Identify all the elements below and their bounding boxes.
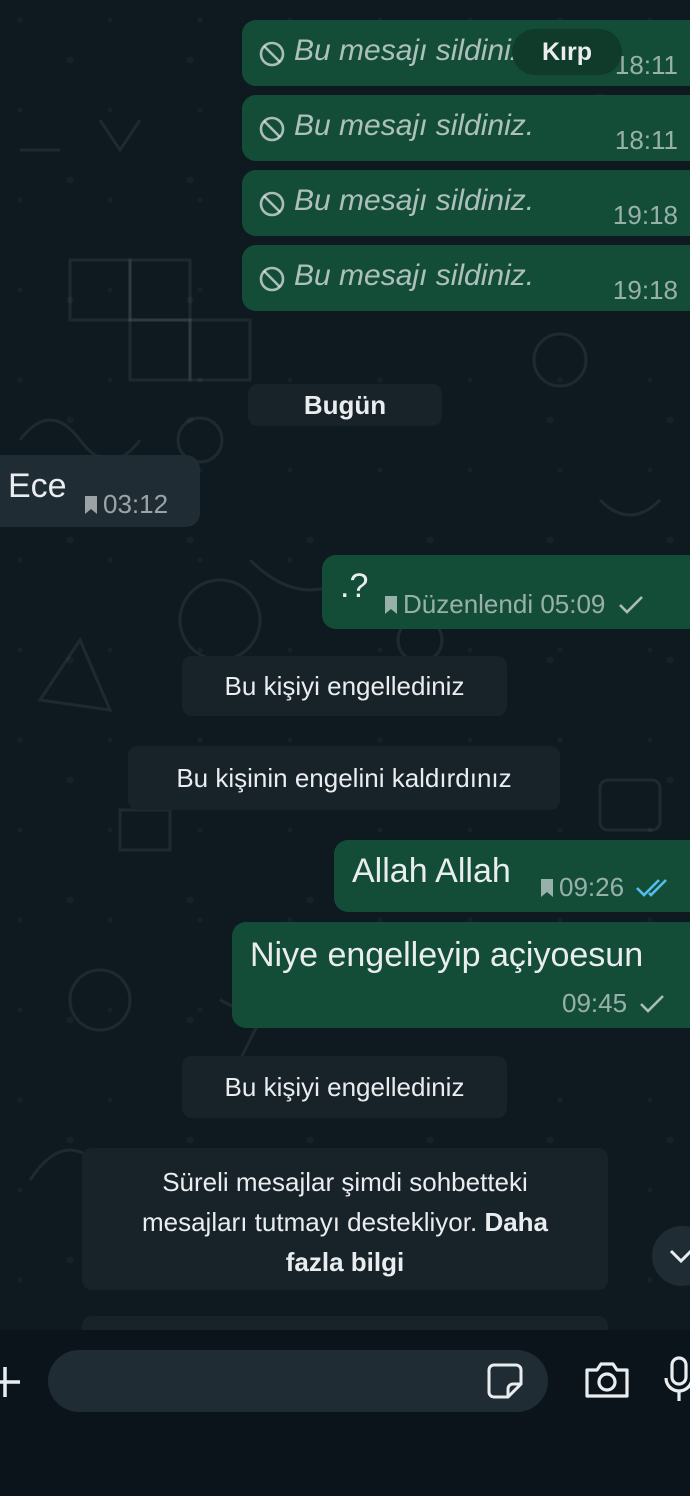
message-meta: 03:12 — [84, 489, 168, 520]
message-time: 18:11 — [614, 50, 678, 80]
bookmark-icon — [385, 596, 397, 614]
deleted-message-text: Bu mesajı sildiniz. — [294, 259, 535, 292]
outgoing-message[interactable]: Allah Allah 09:26 — [334, 840, 690, 912]
camera-icon[interactable] — [583, 1360, 631, 1400]
message-meta: Düzenlendi 05:09 — [384, 589, 645, 620]
incoming-message[interactable]: Ece 03:12 — [0, 455, 200, 527]
deleted-message[interactable]: Bu mesajı sildiniz. 18:11 — [242, 20, 690, 86]
message-text: .? — [340, 567, 369, 605]
deleted-message[interactable]: Bu mesajı sildiniz. 18:11 — [242, 95, 690, 161]
learn-more-link[interactable]: fazla bilgi — [82, 1242, 608, 1282]
message-time: 09:26 — [559, 872, 625, 902]
system-message-unblocked: Bu kişinin engelini kaldırdınız — [128, 746, 560, 810]
deleted-icon — [259, 266, 285, 292]
microphone-icon[interactable] — [664, 1356, 690, 1404]
notice-line: mesajları tutmayı destekliyor. Daha — [141, 1207, 549, 1237]
message-meta: 09:45 — [562, 988, 666, 1019]
crop-tooltip[interactable]: Kırp — [512, 29, 622, 75]
chevron-down-icon — [669, 1249, 690, 1264]
message-input[interactable] — [48, 1350, 548, 1412]
disappearing-messages-notice: Süreli mesajlar şimdi sohbetteki mesajla… — [82, 1148, 608, 1290]
sticker-icon[interactable] — [486, 1362, 524, 1400]
check-icon — [618, 596, 643, 614]
deleted-message[interactable]: Bu mesajı sildiniz. 19:18 — [242, 170, 690, 236]
message-time: 19:18 — [612, 275, 678, 305]
plus-icon[interactable] — [0, 1362, 30, 1402]
check-icon — [640, 995, 665, 1013]
notice-line: Süreli mesajlar şimdi sohbetteki — [162, 1167, 528, 1197]
deleted-icon — [259, 41, 285, 67]
system-message-blocked: Bu kişiyi engellediniz — [182, 1056, 507, 1118]
message-text: Allah Allah — [352, 852, 511, 890]
message-time: 03:12 — [103, 489, 169, 519]
chat-area[interactable]: Bu mesajı sildiniz. 18:11 Kırp Bu mesajı… — [0, 0, 690, 1330]
message-time: 19:18 — [612, 200, 678, 230]
outgoing-message[interactable]: Niye engelleyip açiyoesun 09:45 — [232, 922, 690, 1028]
date-separator: Bugün — [248, 384, 442, 426]
learn-more-link[interactable]: Daha — [484, 1207, 548, 1237]
edited-status: Düzenlendi 05:09 — [403, 589, 606, 619]
deleted-message[interactable]: Bu mesajı sildiniz. 19:18 — [242, 245, 690, 311]
deleted-icon — [259, 116, 285, 142]
double-check-icon — [636, 879, 668, 897]
message-time: 09:45 — [562, 988, 628, 1018]
bookmark-icon — [541, 879, 553, 897]
edited-message[interactable]: .? Düzenlendi 05:09 — [322, 555, 690, 629]
deleted-message-text: Bu mesajı sildiniz. — [294, 34, 535, 67]
message-time: 18:11 — [614, 125, 678, 155]
scroll-down-button[interactable] — [652, 1226, 690, 1286]
bookmark-icon — [85, 496, 97, 514]
message-text: Niye engelleyip açiyoesun — [250, 936, 644, 974]
message-text: Ece — [8, 467, 67, 505]
deleted-message-text: Bu mesajı sildiniz. — [294, 184, 535, 217]
next-system-message — [82, 1316, 608, 1330]
message-meta: 09:26 — [540, 872, 673, 903]
deleted-icon — [259, 191, 285, 217]
system-message-blocked: Bu kişiyi engellediniz — [182, 656, 507, 716]
deleted-message-text: Bu mesajı sildiniz. — [294, 109, 535, 142]
composer-bar — [0, 1330, 690, 1496]
